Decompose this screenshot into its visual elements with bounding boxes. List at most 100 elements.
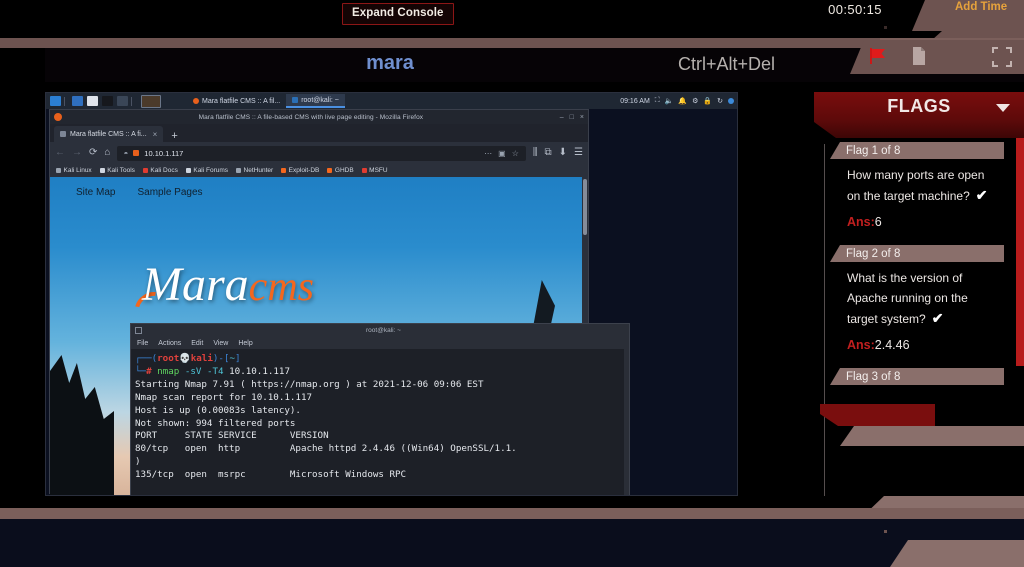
new-tab-button[interactable]: + <box>171 131 177 142</box>
bell-icon[interactable]: 🔔 <box>678 97 687 105</box>
firefox-minimize-button[interactable]: – <box>560 114 564 121</box>
forward-icon[interactable]: → <box>72 148 82 158</box>
refresh-icon[interactable]: ↻ <box>717 97 723 105</box>
chevron-down-icon[interactable] <box>996 104 1010 112</box>
terminal-icon <box>292 97 299 103</box>
flag-item-1[interactable]: Flag 1 of 8 How many ports are open on t… <box>814 142 1024 229</box>
terminal-output[interactable]: ┌──(root💀kali)-[~] └─# nmap -sV -T4 10.1… <box>131 349 629 482</box>
workspace-1-icon[interactable] <box>72 96 83 106</box>
mara-site-nav: Site Map Sample Pages <box>50 177 588 207</box>
url-text[interactable]: 10.10.1.117 <box>144 149 183 158</box>
menu-icon[interactable]: ☰ <box>574 148 583 158</box>
flag-3-chip[interactable]: Flag 3 of 8 <box>830 368 1004 385</box>
reader-mode-icon[interactable]: ▣ <box>498 149 507 158</box>
taskbar-window-firefox-label: Mara flatfile CMS :: A fil... <box>202 97 281 105</box>
bookmark-kali-docs[interactable]: Kali Docs <box>142 167 178 174</box>
ctrl-alt-del-button[interactable]: Ctrl+Alt+Del <box>678 54 775 75</box>
flag-2-chip[interactable]: Flag 2 of 8 <box>830 245 1004 262</box>
bookmark-exploit-db[interactable]: Exploit-DB <box>281 167 319 174</box>
nav-link-site-map[interactable]: Site Map <box>76 187 115 198</box>
firefox-window-title: Mara flatfile CMS :: A file-based CMS wi… <box>198 113 424 121</box>
flag-2-answer-value: 2.4.46 <box>874 338 910 352</box>
bookmark-kali-forums[interactable]: Kali Forums <box>185 167 228 174</box>
terminal-window[interactable]: root@kali: ~ File Actions Edit View Help… <box>130 323 630 495</box>
kali-taskbar: Mara flatfile CMS :: A fil... root@kali:… <box>46 93 737 109</box>
flags-panel: FLAGS Flag 1 of 8 How many ports are ope… <box>814 92 1024 496</box>
url-bar[interactable]: ◓ 10.10.1.117 ⋯ ▣ ☆ <box>117 145 526 161</box>
volume-icon[interactable]: 🔈 <box>665 97 674 105</box>
back-icon[interactable]: ← <box>55 148 65 158</box>
downloads-icon[interactable]: ⬇ <box>559 148 567 158</box>
menu-file[interactable]: File <box>137 340 148 347</box>
home-icon[interactable]: ⌂ <box>104 148 110 158</box>
bookmark-nethunter[interactable]: NetHunter <box>236 167 273 174</box>
ans-label: Ans: <box>847 215 875 229</box>
menu-help[interactable]: Help <box>238 340 252 347</box>
terminal-window-title: root@kali: ~ <box>366 327 401 334</box>
flag-icon[interactable] <box>868 46 888 71</box>
firefox-tab-strip: Mara flatfile CMS :: A fi... × + <box>50 124 588 142</box>
vm-name-label: mara <box>366 52 414 74</box>
kali-menu-icon[interactable] <box>50 96 61 106</box>
tab-close-icon[interactable]: × <box>153 130 158 139</box>
terminal-line-4: Not shown: 994 filtered ports <box>135 417 296 429</box>
session-timer: 00:50:15 <box>828 2 882 17</box>
flag-1-answer-value: 6 <box>874 215 882 229</box>
terminal-scrollbar[interactable] <box>624 337 629 495</box>
bookmark-ghdb[interactable]: GHDB <box>327 167 354 174</box>
nav-link-sample-pages[interactable]: Sample Pages <box>137 187 202 198</box>
taskbar-window-terminal[interactable]: root@kali: ~ <box>286 94 345 108</box>
file-manager-icon[interactable] <box>87 96 98 106</box>
expand-console-button[interactable]: Expand Console <box>342 3 454 25</box>
terminal-line-5: PORT STATE SERVICE VERSION <box>135 430 329 442</box>
bottom-footer <box>0 519 1024 567</box>
bookmark-kali-linux[interactable]: Kali Linux <box>56 167 92 174</box>
display-icon[interactable]: ⛶ <box>655 97 660 105</box>
taskbar-window-terminal-label: root@kali: ~ <box>301 96 339 104</box>
flags-panel-title: FLAGS <box>887 96 951 116</box>
menu-edit[interactable]: Edit <box>191 340 203 347</box>
sidebar-icon[interactable]: ⧉ <box>545 148 552 158</box>
fullscreen-icon[interactable] <box>991 46 1013 73</box>
terminal-prompt-user: root <box>157 353 180 364</box>
flag-2-answer-row: Ans:2.4.46 <box>847 338 1024 352</box>
firefox-maximize-button[interactable]: □ <box>570 114 574 121</box>
browser-tab-mara[interactable]: Mara flatfile CMS :: A fi... × <box>54 126 164 142</box>
rock-silhouette-left <box>50 355 114 495</box>
bookmark-star-icon[interactable]: ☆ <box>512 149 520 158</box>
library-icon[interactable]: ⫼ <box>533 148 538 158</box>
firefox-close-button[interactable]: × <box>580 114 584 121</box>
flag-1-chip[interactable]: Flag 1 of 8 <box>830 142 1004 159</box>
flags-panel-header[interactable]: FLAGS <box>814 92 1024 138</box>
add-time-button[interactable]: Add Time <box>955 1 1007 13</box>
flags-panel-decor-mauve <box>840 426 1024 446</box>
terminal-launcher-icon[interactable] <box>102 96 113 106</box>
flag-item-2[interactable]: Flag 2 of 8 What is the version of Apach… <box>814 245 1024 352</box>
menu-view[interactable]: View <box>213 340 228 347</box>
flag-2-solved-check-icon: ✔ <box>931 310 944 326</box>
bookmark-label: MSFU <box>369 167 388 174</box>
gear-icon[interactable]: ⚙ <box>692 97 698 105</box>
vm-viewport[interactable]: Mara flatfile CMS :: A fil... root@kali:… <box>45 92 738 496</box>
document-icon[interactable] <box>910 46 928 71</box>
browser-tab-label: Mara flatfile CMS :: A fi... <box>70 130 147 138</box>
menu-actions[interactable]: Actions <box>158 340 181 347</box>
padlock-icon[interactable] <box>133 150 140 156</box>
browser-launcher-icon[interactable] <box>117 96 128 106</box>
taskbar-window-firefox[interactable]: Mara flatfile CMS :: A fil... <box>187 94 286 108</box>
bookmark-label: Exploit-DB <box>288 167 320 174</box>
bookmark-msfu[interactable]: MSFU <box>361 167 388 174</box>
network-icon[interactable] <box>728 98 734 104</box>
shield-icon[interactable]: ◓ <box>123 149 128 158</box>
flag-item-3[interactable]: Flag 3 of 8 <box>814 368 1024 385</box>
firefox-logo-icon <box>54 113 62 121</box>
lock-icon[interactable]: 🔒 <box>703 97 712 105</box>
bookmark-kali-tools[interactable]: Kali Tools <box>99 167 135 174</box>
terminal-line-8: 135/tcp open msrpc Microsoft Windows RPC <box>135 469 407 481</box>
reload-icon[interactable]: ⟳ <box>89 148 97 158</box>
more-icon[interactable]: ⋯ <box>484 149 493 158</box>
taskbar-separator <box>64 96 65 106</box>
firefox-icon <box>193 98 199 104</box>
window-preview-icon[interactable] <box>141 94 161 108</box>
flag-2-question: What is the version of Apache running on… <box>847 271 968 326</box>
